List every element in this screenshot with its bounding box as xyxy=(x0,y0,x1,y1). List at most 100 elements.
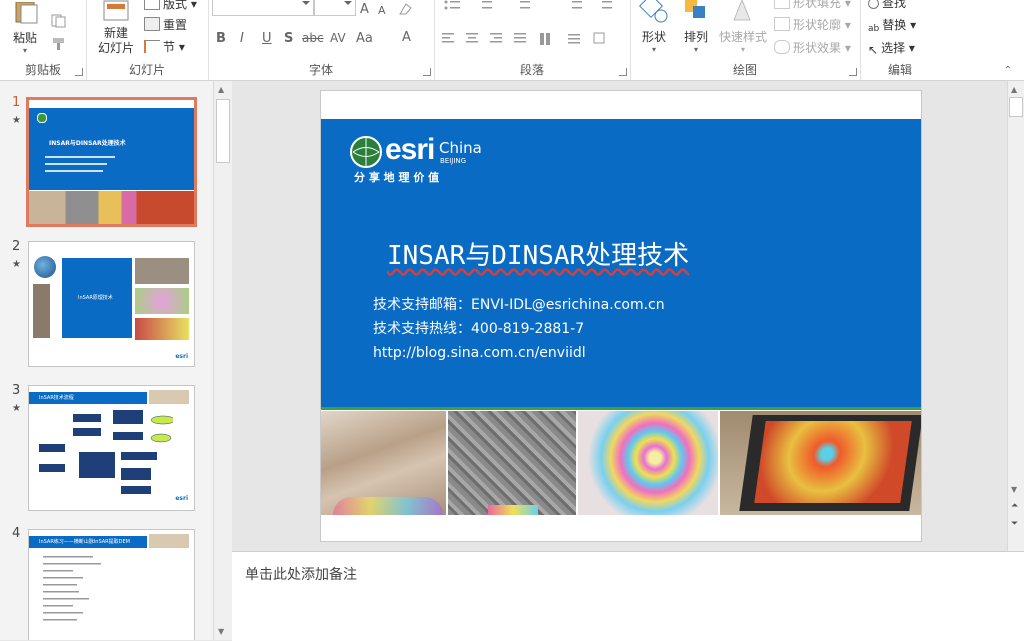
scroll-down-icon[interactable]: ▼ xyxy=(218,627,224,636)
drawing-group: 形状 ▾ 排列 ▾ 快速样式 ▾ 形状填充 ▾ 形状轮廓 ▾ 形状效果 ▾ 绘图 xyxy=(630,0,861,80)
clipboard-group-label: 剪贴板 xyxy=(24,63,61,77)
bullets-icon[interactable] xyxy=(442,0,622,18)
layout-icon xyxy=(144,0,160,10)
slide-scrollbar[interactable]: ▲ ▼ ⏶ ⏷ xyxy=(1007,81,1024,551)
find-button[interactable]: 查找 xyxy=(868,0,906,11)
scroll-down-icon[interactable]: ▼ xyxy=(1011,485,1017,494)
esri-logo: esri xyxy=(175,353,188,360)
phone-line: 技术支持热线：400-819-2881-7 xyxy=(373,321,585,337)
notes-placeholder[interactable]: 单击此处添加备注 xyxy=(245,564,357,584)
arrange-icon xyxy=(685,0,705,18)
reset-button[interactable]: 重置 xyxy=(144,16,187,33)
slide-thumbnail-3[interactable]: InSAR技术流程 esri xyxy=(28,385,195,511)
shape-fill-button[interactable]: 形状填充 ▾ xyxy=(774,0,851,11)
underline-button[interactable]: U xyxy=(262,31,272,46)
strikethrough-button[interactable]: abc xyxy=(302,31,324,45)
drawing-launcher[interactable] xyxy=(849,68,857,76)
align-icons[interactable] xyxy=(442,32,622,46)
url-line: http://blog.sina.com.cn/enviidl xyxy=(373,345,586,361)
clear-format-icon[interactable] xyxy=(398,2,414,16)
paragraph-group-label: 段落 xyxy=(519,63,544,77)
quick-styles-button[interactable]: 快速样式 ▾ xyxy=(716,0,770,54)
shapes-icon xyxy=(638,0,668,23)
change-case-button[interactable]: Aa xyxy=(356,31,373,46)
slide-thumbnail-4[interactable]: InSAR练习——横断山脉InSAR提取DEM xyxy=(28,529,195,640)
shape-outline-button[interactable]: 形状轮廓 ▾ xyxy=(774,16,851,33)
thumb1-banner xyxy=(29,108,194,190)
bold-button[interactable]: B xyxy=(216,31,226,46)
scroll-up-icon[interactable]: ▲ xyxy=(218,85,224,94)
font-group-label: 字体 xyxy=(308,63,333,77)
font-color-button[interactable]: A xyxy=(402,30,411,45)
slogan: 分 享 地 理 价 值 xyxy=(354,171,440,184)
interferogram-image-1 xyxy=(321,411,446,515)
next-slide-icon[interactable]: ⏷ xyxy=(1011,519,1018,529)
green-divider xyxy=(321,407,921,410)
shape-fill-icon xyxy=(774,0,790,9)
thumb-number-3: 3 xyxy=(12,383,21,398)
section-button[interactable]: 节 ▾ xyxy=(144,38,185,55)
paragraph-launcher[interactable] xyxy=(619,68,627,76)
thumbnail-pane: 1 ★ INSAR与DINSAR处理技术 2 ★ InSAR原理技术 esri … xyxy=(0,81,213,640)
thumb2-title: InSAR原理技术 xyxy=(78,295,113,301)
cursor-icon: ↖ xyxy=(868,43,879,57)
collapse-ribbon-icon[interactable]: ⌃ xyxy=(1004,65,1012,76)
dem-3d-image xyxy=(720,411,921,515)
new-slide-button[interactable]: 新建 幻灯片 xyxy=(90,0,142,56)
grow-font-button[interactable]: A xyxy=(360,2,369,17)
animation-star-icon: ★ xyxy=(12,259,21,270)
clipboard-launcher[interactable] xyxy=(75,68,83,76)
slide-banner: esri China BEIJING 分 享 地 理 价 值 INSAR与DIN… xyxy=(321,119,921,407)
drawing-group-label: 绘图 xyxy=(732,63,757,77)
scroll-up-icon[interactable]: ▲ xyxy=(1011,85,1017,94)
esri-brand: esri xyxy=(385,133,435,166)
thumb1-images xyxy=(29,191,194,224)
bullet-list-graphic xyxy=(43,556,101,621)
email-line: 技术支持邮箱：ENVI-IDL@esrichina.com.cn xyxy=(373,297,665,313)
char-spacing-button[interactable]: AV xyxy=(330,31,346,45)
font-launcher[interactable] xyxy=(423,68,431,76)
deformation-fringe-image xyxy=(578,411,718,515)
shrink-font-button[interactable]: A xyxy=(378,4,386,17)
thumb4-title: InSAR练习——横断山脉InSAR提取DEM xyxy=(39,539,130,545)
paste-button[interactable]: 粘贴 ▾ xyxy=(6,1,44,55)
previous-slide-icon[interactable]: ⏶ xyxy=(1011,501,1018,511)
globe-icon xyxy=(34,256,56,278)
shadow-button[interactable]: S xyxy=(284,31,293,46)
shape-effects-icon xyxy=(774,40,790,54)
brand-sub: China xyxy=(439,139,482,157)
scroll-thumb[interactable] xyxy=(216,99,230,163)
font-size-combo[interactable] xyxy=(314,0,356,16)
shape-outline-icon xyxy=(774,17,790,31)
arrange-button[interactable]: 排列 ▾ xyxy=(678,0,714,54)
quick-styles-icon xyxy=(733,0,751,21)
notes-pane[interactable]: 单击此处添加备注 xyxy=(232,551,1024,641)
slide-title[interactable]: INSAR与DINSAR处理技术 xyxy=(387,235,689,272)
font-group: A A B I U S abc AV Aa A 字体 xyxy=(208,0,435,80)
replace-button[interactable]: ab 替换 ▾ xyxy=(868,16,916,36)
slide-thumbnail-2[interactable]: InSAR原理技术 esri xyxy=(28,241,195,367)
thumb-number-1: 1 xyxy=(12,95,21,110)
paste-label: 粘贴 xyxy=(12,31,37,45)
replace-icon: ab xyxy=(868,24,880,34)
font-name-combo[interactable] xyxy=(212,0,314,16)
shape-effects-button[interactable]: 形状效果 ▾ xyxy=(774,39,851,56)
slide-thumbnail-1[interactable]: INSAR与DINSAR处理技术 xyxy=(26,97,197,227)
copy-icon[interactable] xyxy=(50,14,68,28)
italic-button[interactable]: I xyxy=(240,31,244,46)
thumb-number-2: 2 xyxy=(12,239,21,254)
scroll-thumb[interactable] xyxy=(1009,97,1023,117)
format-painter-icon[interactable] xyxy=(50,37,68,51)
animation-star-icon: ★ xyxy=(12,403,21,414)
layout-button[interactable]: 版式 ▾ xyxy=(144,0,197,12)
thumbnail-scrollbar[interactable]: ▲ ▼ xyxy=(213,81,232,640)
editing-group-label: 编辑 xyxy=(887,63,912,77)
slide-contact-block[interactable]: 技术支持邮箱：ENVI-IDL@esrichina.com.cn 技术支持热线：… xyxy=(373,293,665,365)
section-icon xyxy=(144,40,160,53)
shapes-button[interactable]: 形状 ▾ xyxy=(636,0,672,54)
select-button[interactable]: ↖ 选择 ▾ xyxy=(868,39,915,57)
reset-icon xyxy=(144,17,160,31)
thumb3-title: InSAR技术流程 xyxy=(39,395,74,401)
current-slide[interactable]: esri China BEIJING 分 享 地 理 价 值 INSAR与DIN… xyxy=(320,90,922,542)
clipboard-group: 粘贴 ▾ 剪贴板 xyxy=(0,0,87,80)
